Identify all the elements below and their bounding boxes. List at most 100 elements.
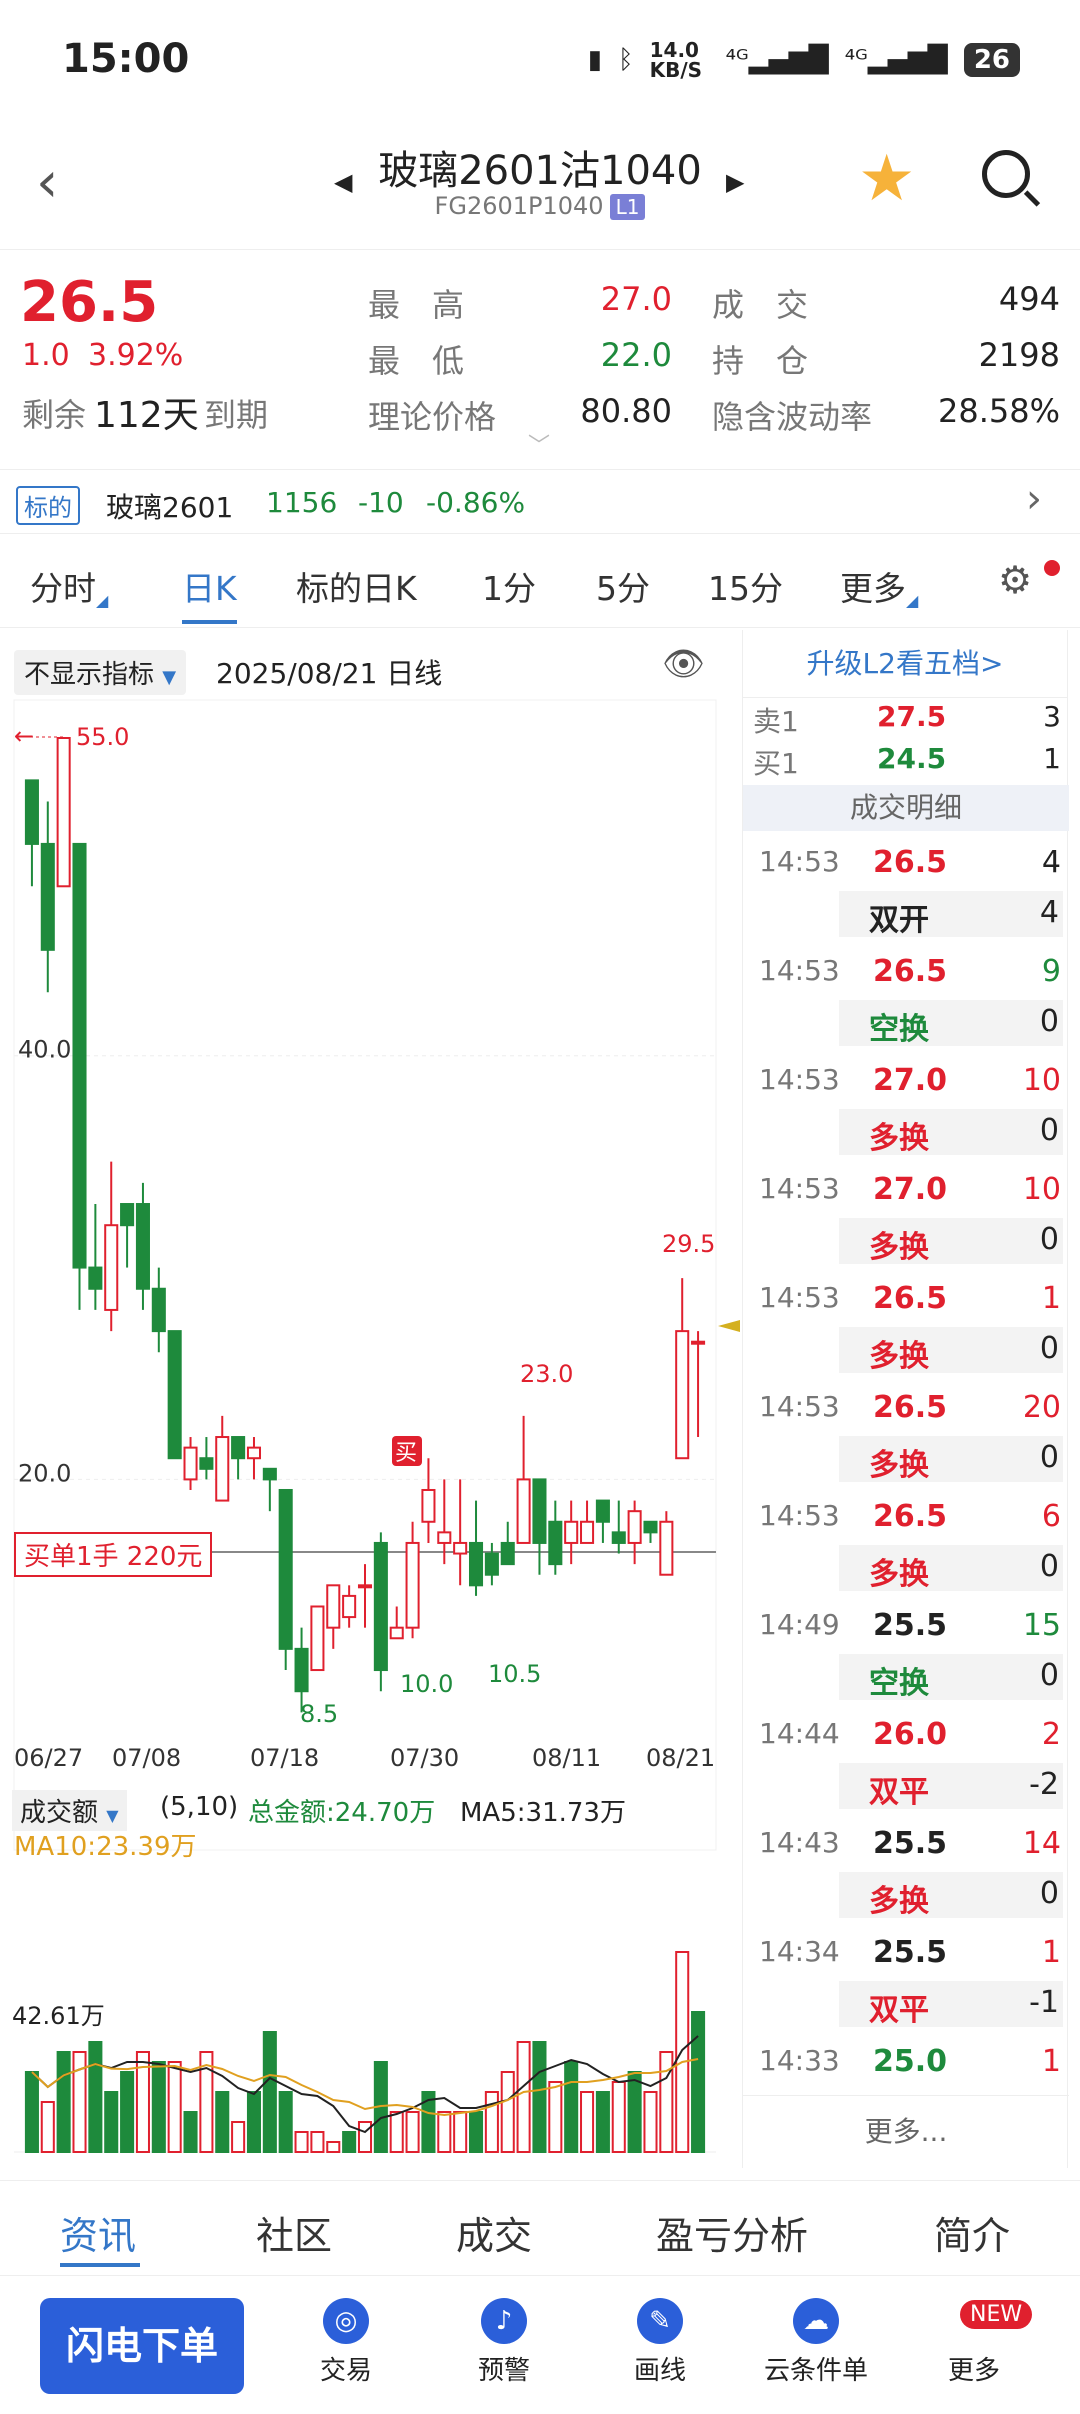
candle-body (532, 1478, 547, 1544)
underlying-row[interactable]: 标的 玻璃2601 1156 -10 -0.86% › (0, 472, 1080, 534)
theory-label: 理论价格 (368, 398, 497, 436)
upgrade-l2-link[interactable]: 升级L2看五档> (743, 630, 1067, 698)
trade-type: 双平 (869, 1993, 929, 2028)
chevron-down-icon: ▼ (106, 1806, 119, 1825)
trade-row: 14:34 25.5 1 双平 -1 (743, 1925, 1069, 2035)
x-tick-label: 07/30 (390, 1744, 459, 1772)
volume-bar (405, 2111, 420, 2153)
trade-row: 14:53 27.0 10 多换 0 (743, 1053, 1069, 1163)
trade-type-vol: 4 (1039, 895, 1059, 930)
trade-time: 14:49 (759, 1608, 840, 1641)
trade-type-vol: -1 (1029, 1985, 1059, 2020)
trade-row: 14:53 26.5 1 多换 0 (743, 1271, 1069, 1381)
order-line-label[interactable]: 买单1手 220元 (14, 1532, 213, 1577)
x-tick-label: 06/27 (14, 1744, 83, 1772)
high-label: 29.5 (662, 1230, 715, 1258)
chevron-right-icon[interactable]: › (1026, 476, 1042, 522)
trade-price: 27.0 (873, 1172, 948, 1207)
trade-volume: 2 (1041, 1717, 1061, 1752)
more-trades-link[interactable]: 更多... (743, 2095, 1069, 2167)
volume-ma5: MA5:31.73万 (460, 1798, 626, 1828)
volume-bar (262, 2031, 277, 2153)
arrow-left-icon: ← (14, 722, 34, 750)
tab-pnl[interactable]: 盈亏分析 (656, 2205, 808, 2260)
settings-gear-icon[interactable]: ⚙ (998, 558, 1032, 602)
nav-draw[interactable]: ✎ 画线 (600, 2298, 720, 2387)
volume-bar (357, 2121, 373, 2153)
expand-chevron-icon[interactable]: ﹀ (528, 428, 550, 460)
candle-body (580, 1520, 595, 1544)
tab-daily-k[interactable]: 日K (182, 562, 237, 624)
low-value: 22.0 (600, 336, 672, 374)
trade-row: 14:53 27.0 10 多换 0 (743, 1162, 1069, 1272)
tab-news[interactable]: 资讯 (60, 2205, 136, 2260)
bid-vol: 1 (1043, 742, 1061, 775)
trade-type: 多换 (869, 1121, 929, 1156)
high-label: 最 高 (368, 286, 465, 324)
candle-body (262, 1467, 277, 1481)
tab-1min[interactable]: 1分 (482, 562, 536, 610)
pen-icon: ✎ (637, 2298, 683, 2344)
y-tick-label: 20.0 (18, 1459, 71, 1487)
min-label: 10.0 (400, 1670, 453, 1698)
tab-5min[interactable]: 5分 (596, 562, 650, 610)
tab-underlying-daily-k[interactable]: 标的日K (296, 562, 417, 610)
price-change: 1.0 (22, 338, 70, 373)
quote-panel: 26.5 1.0 3.92% 剩余 112天 到期 最 高 27.0 最 低 2… (0, 250, 1080, 470)
volume-bar (484, 2091, 499, 2153)
trade-time: 14:53 (759, 1499, 840, 1532)
battery-icon: 26 (963, 43, 1020, 77)
trade-type-row: 空换 0 (839, 1654, 1063, 1701)
volume-indicator-select[interactable]: 成交额 ▼ (12, 1790, 127, 1831)
candle-body (564, 1520, 579, 1544)
tab-timeshare[interactable]: 分时◢ (30, 562, 108, 610)
trade-price: 26.5 (873, 1390, 948, 1425)
search-icon[interactable] (982, 150, 1030, 198)
trade-type-vol: 0 (1039, 1876, 1059, 1911)
nav-alert[interactable]: ♪ 预警 (444, 2298, 564, 2387)
candle-body (310, 1605, 325, 1672)
candle-body (548, 1520, 563, 1566)
trade-type: 多换 (869, 1884, 929, 1919)
tab-trades[interactable]: 成交 (456, 2205, 532, 2260)
tab-intro[interactable]: 简介 (934, 2205, 1010, 2260)
volume-bar (500, 2071, 515, 2153)
trade-type: 空换 (869, 1666, 929, 1701)
trade-volume: 1 (1041, 1281, 1061, 1316)
trade-detail-title: 成交明细 (743, 785, 1069, 831)
trade-time: 14:33 (759, 2044, 840, 2077)
volume-bar (120, 2071, 135, 2153)
flash-order-button[interactable]: 闪电下单 (40, 2298, 244, 2394)
nav-cloud-order[interactable]: ☁ 云条件单 (756, 2298, 876, 2387)
last-price: 26.5 (20, 270, 159, 335)
trade-type-vol: 0 (1039, 1004, 1059, 1039)
candle-body (421, 1488, 436, 1523)
cloud-icon: ☁ (793, 2298, 839, 2344)
tab-more[interactable]: 更多◢ (840, 562, 918, 610)
volume-bar (278, 2091, 293, 2153)
trade-volume: 6 (1041, 1499, 1061, 1534)
candle-body (675, 1330, 690, 1460)
candle-body (389, 1626, 404, 1640)
candle-body (326, 1584, 341, 1629)
trade-type-vol: 0 (1039, 1658, 1059, 1693)
trade-volume: 14 (1022, 1826, 1061, 1861)
trade-type-vol: 0 (1039, 1113, 1059, 1148)
volume-bar (627, 2071, 642, 2153)
trade-price: 26.5 (873, 845, 948, 880)
volume-bar (643, 2091, 658, 2153)
x-tick-label: 07/08 (112, 1744, 181, 1772)
candle-body (405, 1541, 420, 1629)
kline-svg[interactable]: 40.0 20.0 ← 55.0 8.5 10.0 10.5 23.0 29.5 买 06/27 07… (0, 630, 740, 2160)
candle-body (24, 779, 39, 845)
trade-time: 14:53 (759, 954, 840, 987)
tab-community[interactable]: 社区 (256, 2205, 332, 2260)
trade-row: 14:53 26.5 6 多换 0 (743, 1489, 1069, 1599)
remain-days: 112天 (94, 395, 199, 436)
nav-trade[interactable]: ◎ 交易 (286, 2298, 406, 2387)
trade-volume: 10 (1022, 1063, 1061, 1098)
trade-row: 14:53 26.5 20 多换 0 (743, 1380, 1069, 1490)
favorite-star-icon[interactable]: ★ (858, 142, 915, 216)
candle-body (215, 1436, 230, 1502)
tab-15min[interactable]: 15分 (708, 562, 783, 610)
